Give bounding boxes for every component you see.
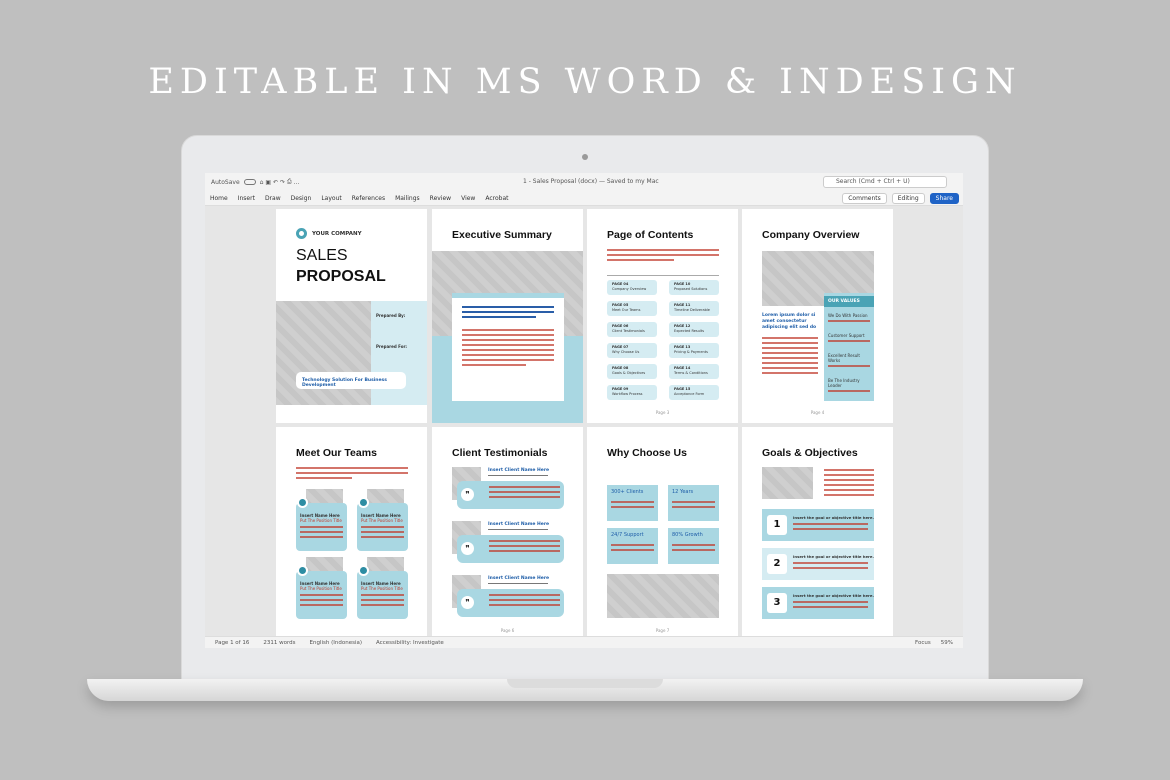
share-button[interactable]: Share bbox=[929, 193, 959, 204]
goal-row: 2 Insert the goal or objective title here… bbox=[762, 548, 874, 580]
headline: EDITABLE IN MS WORD & INDESIGN bbox=[148, 62, 1022, 102]
print-icon[interactable]: ⎙ bbox=[287, 178, 292, 186]
ribbon-tabs: Home Insert Draw Design Layout Reference… bbox=[205, 191, 963, 206]
testimonial-card: Insert Client Name Here ❞ bbox=[452, 521, 564, 565]
tab-draw[interactable]: Draw bbox=[265, 195, 281, 202]
camera-icon bbox=[582, 154, 588, 160]
prepared-by-label: Prepared By: bbox=[376, 313, 406, 318]
values-panel: OUR VALUES We Do With Passion Customer S… bbox=[824, 293, 874, 401]
page-goals-objectives[interactable]: Goals & Objectives 1 Insert the goal or o… bbox=[742, 427, 893, 641]
document-title: 1 - Sales Proposal (docx) — Saved to my … bbox=[523, 178, 659, 185]
editing-button[interactable]: Editing bbox=[891, 193, 925, 204]
team-card: Insert Name Here Put The Position Title bbox=[357, 557, 408, 619]
toc-item[interactable]: PAGE 08 Goals & Objectives bbox=[607, 364, 657, 379]
toc-item[interactable]: PAGE 09 Workflow Process bbox=[607, 385, 657, 400]
redo-icon[interactable]: ↷ bbox=[280, 179, 285, 186]
language[interactable]: English (Indonesia) bbox=[310, 640, 363, 646]
company-name: YOUR COMPANY bbox=[312, 231, 362, 237]
stat-label: 80% Growth bbox=[672, 532, 703, 538]
toc-item[interactable]: PAGE 13 Pricing & Payments bbox=[669, 343, 719, 358]
cover-title-1: SALES bbox=[296, 247, 348, 264]
values-title: OUR VALUES bbox=[824, 296, 874, 307]
page-title: Client Testimonials bbox=[452, 447, 548, 459]
toc-item[interactable]: PAGE 06 Client Testimonials bbox=[607, 322, 657, 337]
cover-image bbox=[276, 301, 371, 405]
home-icon[interactable]: ⌂ bbox=[260, 179, 264, 186]
page-cover[interactable]: YOUR COMPANY SALES PROPOSAL Prepared By:… bbox=[276, 209, 427, 423]
value-item: Customer Support bbox=[828, 333, 865, 338]
team-card: Insert Name Here Put The Position Title bbox=[296, 557, 347, 619]
save-icon[interactable]: ▣ bbox=[265, 179, 271, 186]
team-card: Insert Name Here Put The Position Title bbox=[357, 489, 408, 551]
toc-item[interactable]: PAGE 11 Timeline Deliverable bbox=[669, 301, 719, 316]
toc-item[interactable]: PAGE 10 Proposed Solutions bbox=[669, 280, 719, 295]
toc-item[interactable]: PAGE 04 Company Overview bbox=[607, 280, 657, 295]
page-title: Executive Summary bbox=[452, 229, 552, 241]
overview-lead: Lorem ipsum dolor si amet consectetur ad… bbox=[762, 313, 817, 330]
page-why-choose-us[interactable]: Why Choose Us 300+ Clients 12 Years 24/7… bbox=[587, 427, 738, 641]
page-company-overview[interactable]: Company Overview OUR VALUES We Do With P… bbox=[742, 209, 893, 423]
toc-item[interactable]: PAGE 12 Expected Results bbox=[669, 322, 719, 337]
tab-insert[interactable]: Insert bbox=[238, 195, 255, 202]
undo-icon[interactable]: ↶ bbox=[273, 179, 278, 186]
toc-item[interactable]: PAGE 15 Acceptance Form bbox=[669, 385, 719, 400]
autosave-toggle[interactable] bbox=[243, 179, 256, 185]
title-bar: AutoSave ⌂ ▣ ↶ ↷ ⎙ … 1 - Sales Proposal … bbox=[205, 173, 963, 191]
page-count: Page 1 of 16 bbox=[215, 639, 250, 646]
status-bar: Page 1 of 16 2311 words English (Indones… bbox=[205, 636, 963, 648]
focus-button[interactable]: Focus bbox=[915, 640, 931, 646]
page-title: Meet Our Teams bbox=[296, 447, 377, 459]
cover-title-2: PROPOSAL bbox=[296, 268, 386, 285]
goals-image bbox=[762, 467, 813, 499]
testimonial-card: Insert Client Name Here ❞ bbox=[452, 467, 564, 511]
testimonial-card: Insert Client Name Here ❞ bbox=[452, 575, 564, 619]
exec-card bbox=[452, 293, 564, 401]
stat-label: 24/7 Support bbox=[611, 532, 644, 538]
page-title: Why Choose Us bbox=[607, 447, 687, 459]
logo-icon bbox=[296, 228, 307, 239]
comments-button[interactable]: Comments bbox=[842, 193, 887, 204]
toc-item[interactable]: PAGE 14 Terms & Conditions bbox=[669, 364, 719, 379]
tab-design[interactable]: Design bbox=[291, 195, 312, 202]
zoom-level[interactable]: 59% bbox=[941, 640, 953, 646]
tab-layout[interactable]: Layout bbox=[321, 195, 341, 202]
more-icon[interactable]: … bbox=[294, 179, 300, 186]
page-title: Page of Contents bbox=[607, 229, 694, 241]
why-image bbox=[607, 574, 719, 618]
stat-label: 300+ Clients bbox=[611, 489, 644, 495]
prepared-for-label: Prepared For: bbox=[376, 344, 408, 349]
page-executive-summary[interactable]: Executive Summary bbox=[432, 209, 583, 423]
tab-home[interactable]: Home bbox=[210, 195, 228, 202]
search-input[interactable]: Search (Cmd + Ctrl + U) bbox=[823, 176, 947, 188]
word-window: AutoSave ⌂ ▣ ↶ ↷ ⎙ … 1 - Sales Proposal … bbox=[205, 173, 963, 648]
cover-tagline: Technology Solution For Business Develop… bbox=[296, 372, 406, 389]
toc-item[interactable]: PAGE 07 Why Choose Us bbox=[607, 343, 657, 358]
value-item: Excellent Result Works bbox=[828, 353, 860, 363]
accessibility[interactable]: Accessibility: Investigate bbox=[376, 640, 444, 646]
value-item: Be The Industry Leader bbox=[828, 378, 860, 388]
laptop-notch bbox=[507, 679, 663, 688]
value-item: We Do With Passion bbox=[828, 313, 868, 318]
tab-mailings[interactable]: Mailings bbox=[395, 195, 420, 202]
stat-label: 12 Years bbox=[672, 489, 694, 495]
goal-row: 3 Insert the goal or objective title here… bbox=[762, 587, 874, 619]
tab-acrobat[interactable]: Acrobat bbox=[485, 195, 508, 202]
toc-item[interactable]: PAGE 05 Meet Our Teams bbox=[607, 301, 657, 316]
page-client-testimonials[interactable]: Client Testimonials Insert Client Name H… bbox=[432, 427, 583, 641]
page-contents[interactable]: Page of Contents PAGE 04 Company Overview… bbox=[587, 209, 738, 423]
word-count: 2311 words bbox=[263, 639, 296, 646]
page-title: Company Overview bbox=[762, 229, 860, 241]
autosave-label: AutoSave bbox=[211, 178, 240, 186]
team-card: Insert Name Here Put The Position Title bbox=[296, 489, 347, 551]
tab-review[interactable]: Review bbox=[430, 195, 451, 202]
page-title: Goals & Objectives bbox=[762, 447, 858, 459]
goal-row: 1 Insert the goal or objective title here… bbox=[762, 509, 874, 541]
tab-view[interactable]: View bbox=[461, 195, 475, 202]
tab-references[interactable]: References bbox=[352, 195, 385, 202]
page-meet-our-teams[interactable]: Meet Our Teams Insert Name Here Put The P… bbox=[276, 427, 427, 641]
